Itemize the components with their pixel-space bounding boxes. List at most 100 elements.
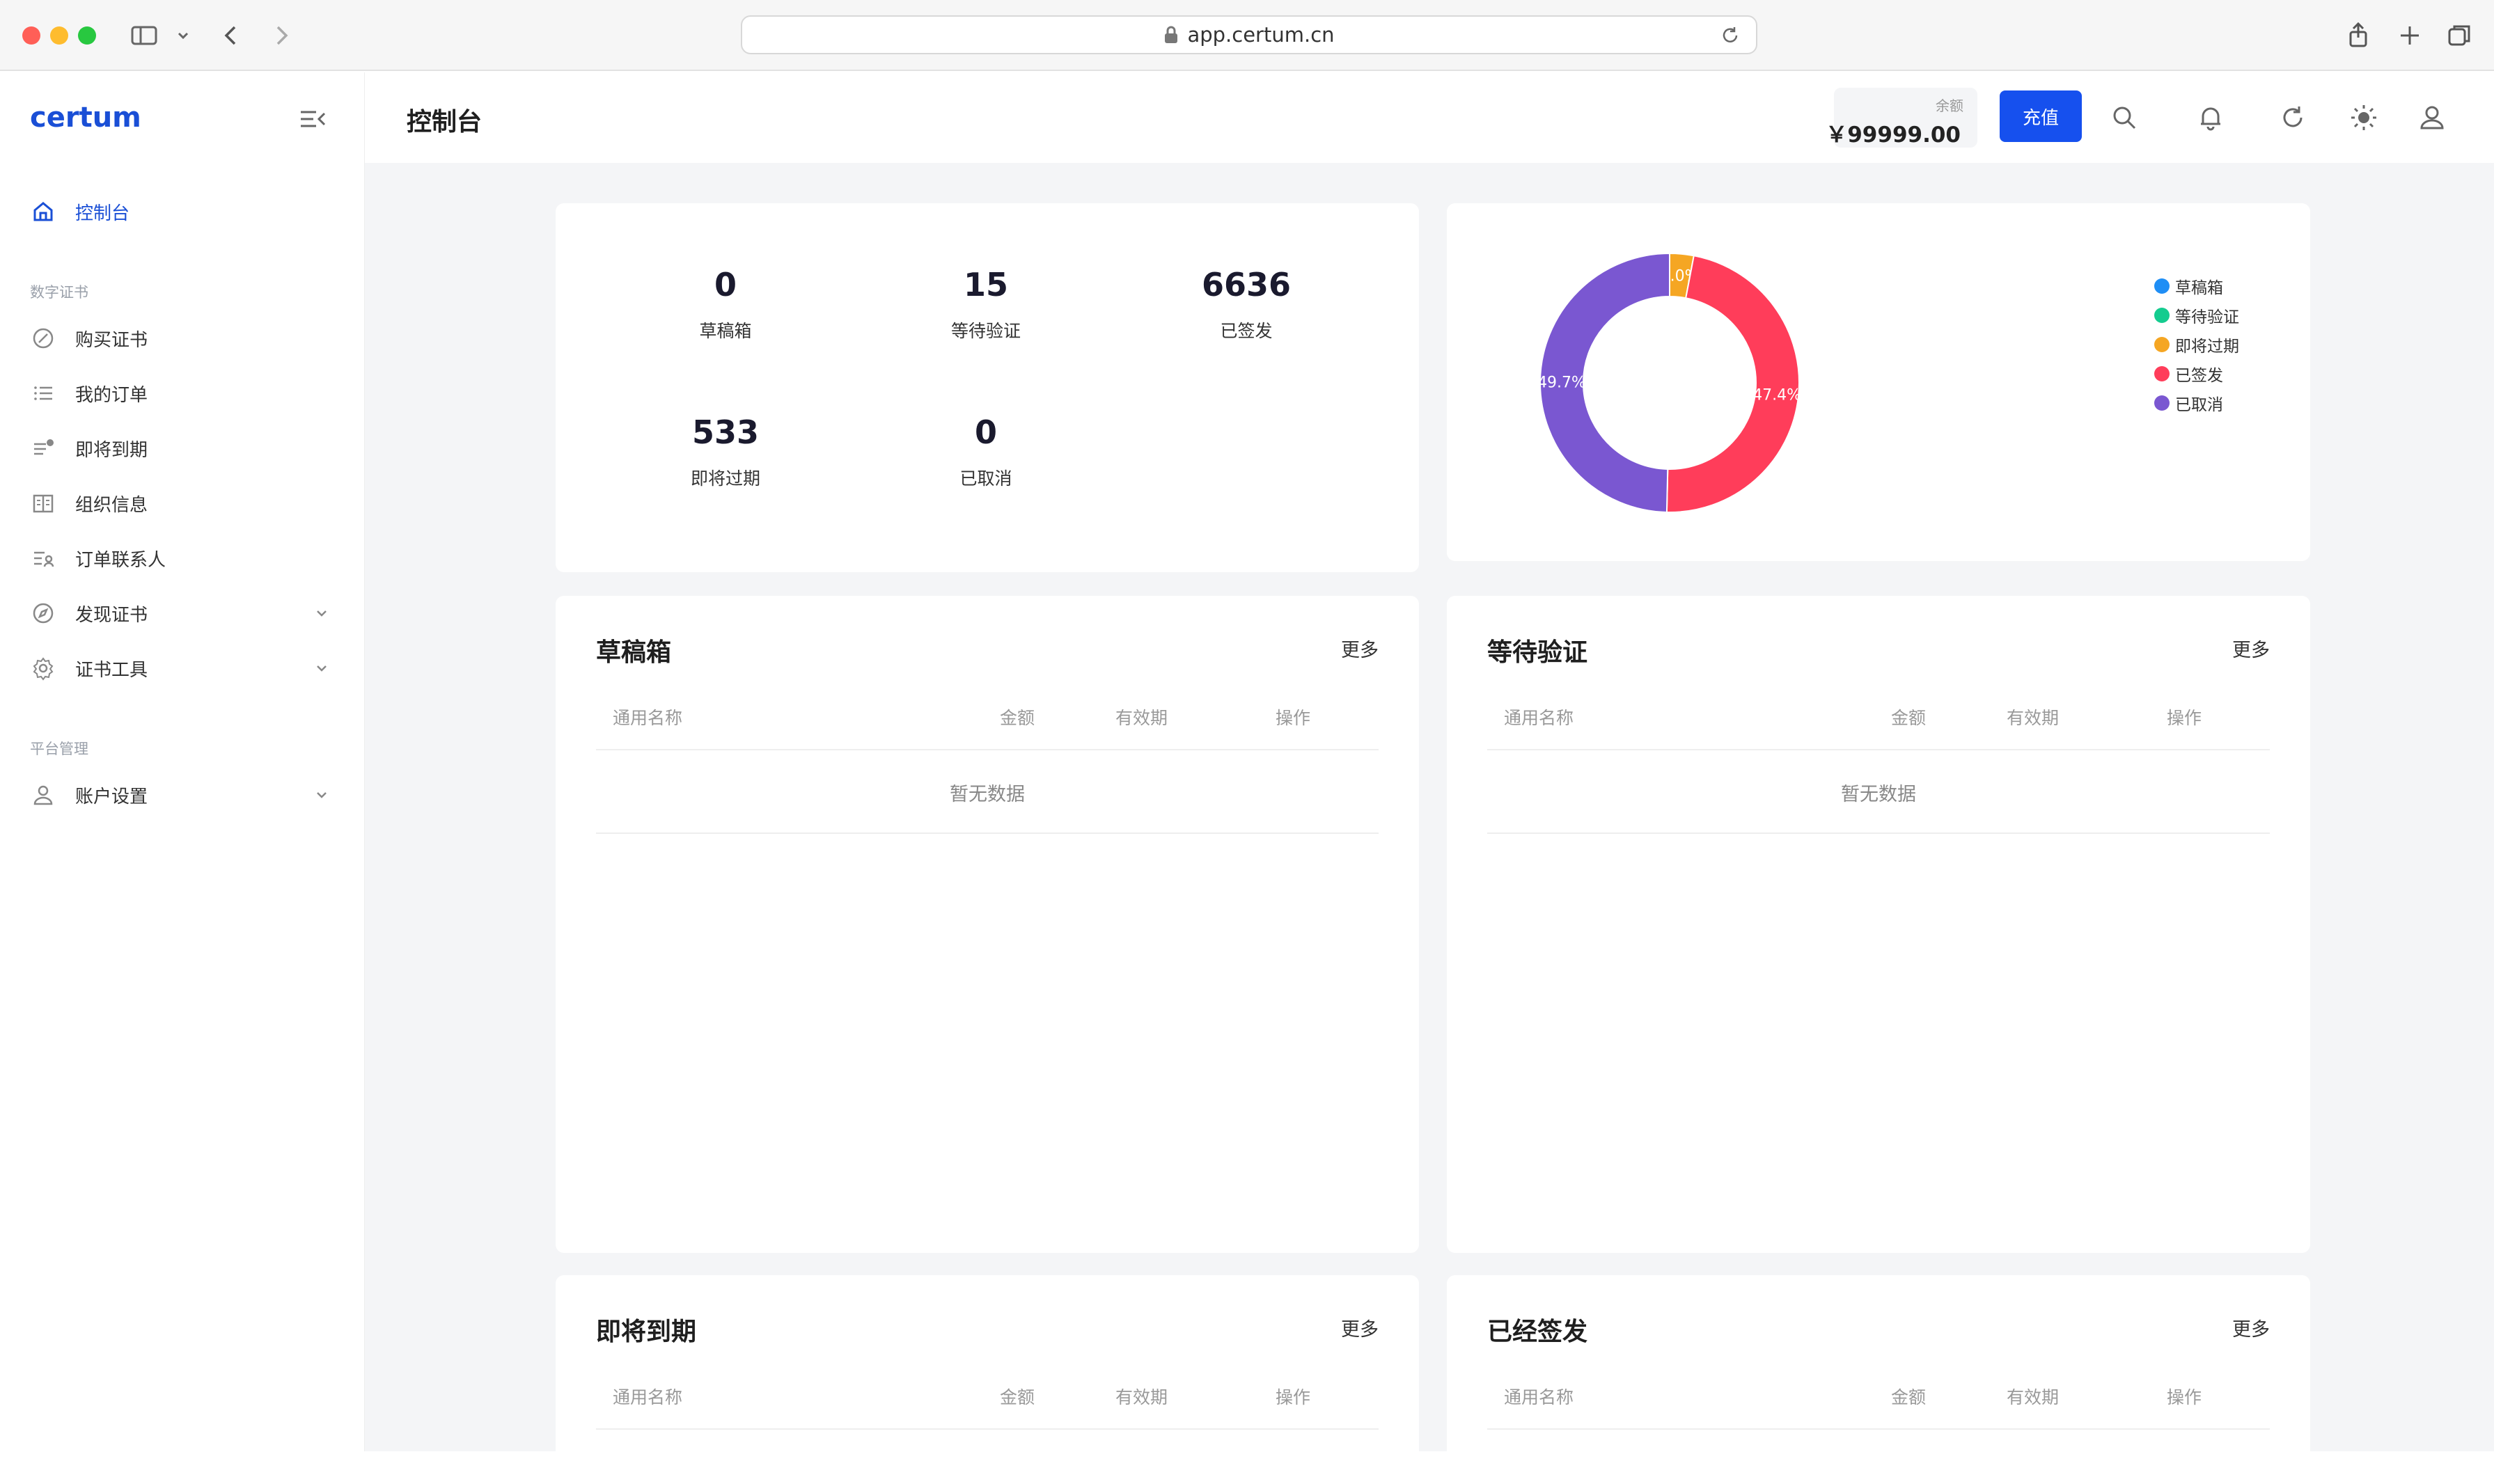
sidebar-item-account-settings[interactable]: 账户设置 <box>0 774 365 816</box>
sun-icon[interactable] <box>2348 102 2380 134</box>
minimize-window-button[interactable] <box>50 26 68 45</box>
column-header: 金额 <box>1000 708 1035 728</box>
legend-item[interactable]: 已签发 <box>2154 362 2223 386</box>
chevron-down-icon[interactable] <box>312 603 331 623</box>
sidebar-toggle-icon[interactable] <box>128 19 160 52</box>
table-title: 草稿箱 <box>596 638 672 667</box>
top-header: 控制台 余额 ￥99999.00 充值 <box>365 72 2494 163</box>
donut-chart: 3.0%47.4%49.7% <box>1537 252 1801 513</box>
sidebar-item-label: 控制台 <box>75 203 130 224</box>
section-title-platform: 平台管理 <box>30 741 88 757</box>
sidebar-item-cert-tools[interactable]: 证书工具 <box>0 647 365 689</box>
reload-icon[interactable] <box>1720 25 1741 46</box>
browser-toolbar: app.certum.cn <box>0 0 2494 71</box>
sidebar-item-label: 购买证书 <box>75 329 148 351</box>
column-header: 操作 <box>1276 708 1311 728</box>
forward-arrow-icon[interactable] <box>265 19 297 52</box>
chevron-down-icon[interactable] <box>312 785 331 805</box>
user-icon[interactable] <box>2416 102 2448 134</box>
table-header: 通用名称 金额 有效期 操作 <box>1487 695 2270 750</box>
stat-value: 533 <box>691 413 760 451</box>
pending-table-card: 等待验证 更多 通用名称 金额 有效期 操作 暂无数据 <box>1447 596 2310 1253</box>
collapse-menu-icon[interactable] <box>298 106 327 132</box>
brand-logo[interactable]: certum <box>30 102 141 134</box>
compass-icon <box>31 326 56 351</box>
column-header: 通用名称 <box>1504 708 1574 728</box>
column-header: 有效期 <box>1115 1387 1168 1407</box>
legend-dot <box>2154 278 2170 294</box>
sidebar-item-expiring[interactable]: 即将到期 <box>0 427 365 469</box>
stat-cancelled[interactable]: 0 已取消 <box>881 413 1090 490</box>
column-header: 通用名称 <box>1504 1387 1574 1407</box>
search-icon[interactable] <box>2108 102 2140 134</box>
stat-expiring[interactable]: 533 即将过期 <box>621 413 830 490</box>
stat-value: 6636 <box>1201 266 1292 303</box>
expiring-table-card: 即将到期 更多 通用名称 金额 有效期 操作 <box>556 1275 1419 1484</box>
column-header: 操作 <box>2167 1387 2202 1407</box>
sidebar-item-label: 组织信息 <box>75 494 148 516</box>
url-text: app.certum.cn <box>1187 23 1335 47</box>
more-link[interactable]: 更多 <box>2232 635 2270 662</box>
drafts-table-card: 草稿箱 更多 通用名称 金额 有效期 操作 暂无数据 <box>556 596 1419 1253</box>
balance-label: 余额 <box>1936 97 1963 114</box>
sidebar-item-dashboard[interactable]: 控制台 <box>0 191 365 232</box>
sidebar-item-my-orders[interactable]: 我的订单 <box>0 372 365 414</box>
column-header: 操作 <box>2167 708 2202 728</box>
refresh-icon[interactable] <box>2277 102 2309 134</box>
maximize-window-button[interactable] <box>78 26 96 45</box>
legend-dot <box>2154 366 2170 381</box>
sidebar-item-order-contacts[interactable]: 订单联系人 <box>0 537 365 579</box>
stat-draft[interactable]: 0 草稿箱 <box>621 266 830 342</box>
sidebar-item-organization[interactable]: 组织信息 <box>0 482 365 524</box>
alert-list-icon <box>31 436 56 461</box>
close-window-button[interactable] <box>22 26 40 45</box>
recharge-button[interactable]: 充值 <box>2000 90 2082 142</box>
legend-item[interactable]: 已取消 <box>2154 391 2223 415</box>
chevron-down-icon[interactable] <box>167 19 189 52</box>
legend-item[interactable]: 等待验证 <box>2154 303 2239 327</box>
legend-label: 草稿箱 <box>2175 279 2223 297</box>
column-header: 通用名称 <box>613 1387 683 1407</box>
sidebar-item-label: 发现证书 <box>75 604 148 626</box>
sidebar-item-discover-cert[interactable]: 发现证书 <box>0 592 365 634</box>
chevron-down-icon[interactable] <box>312 658 331 678</box>
table-title: 等待验证 <box>1487 638 1588 667</box>
legend-dot <box>2154 308 2170 323</box>
pie-slice-4[interactable] <box>1665 255 1800 513</box>
gear-icon <box>31 656 56 681</box>
sidebar-item-label: 证书工具 <box>75 659 148 681</box>
sidebar-item-buy-cert[interactable]: 购买证书 <box>0 317 365 359</box>
stat-value: 15 <box>963 266 1008 303</box>
legend-label: 即将过期 <box>2175 338 2239 356</box>
lock-icon <box>1165 26 1178 43</box>
column-header: 操作 <box>1276 1387 1311 1407</box>
column-header: 金额 <box>1000 1387 1035 1407</box>
table-title: 已经签发 <box>1487 1318 1588 1346</box>
contacts-list-icon <box>31 546 56 571</box>
new-tab-icon[interactable] <box>2394 19 2426 52</box>
back-arrow-icon[interactable] <box>216 19 248 52</box>
stat-label: 等待验证 <box>950 321 1021 341</box>
home-icon <box>31 199 56 224</box>
more-link[interactable]: 更多 <box>1341 1314 1379 1341</box>
stat-value: 0 <box>974 413 997 451</box>
sidebar-item-label: 账户设置 <box>75 786 148 807</box>
legend-item[interactable]: 即将过期 <box>2154 333 2239 356</box>
more-link[interactable]: 更多 <box>1341 635 1379 662</box>
stats-card: 0 草稿箱 15 等待验证 6636 已签发 533 即将过期 0 已取消 <box>556 203 1419 572</box>
stat-label: 已签发 <box>1220 321 1273 341</box>
stat-issued[interactable]: 6636 已签发 <box>1142 266 1351 342</box>
tab-overview-icon[interactable] <box>2444 19 2476 52</box>
share-icon[interactable] <box>2342 19 2374 52</box>
address-bar[interactable]: app.certum.cn <box>741 15 1757 54</box>
table-header: 通用名称 金额 有效期 操作 <box>1487 1374 2270 1430</box>
legend-dot <box>2154 395 2170 411</box>
bell-icon[interactable] <box>2195 102 2227 134</box>
more-link[interactable]: 更多 <box>2232 1314 2270 1341</box>
stat-pending[interactable]: 15 等待验证 <box>881 266 1090 342</box>
sidebar-item-label: 我的订单 <box>75 384 148 406</box>
pie-slice-label: 47.4% <box>1752 386 1801 404</box>
legend-item[interactable]: 草稿箱 <box>2154 274 2223 298</box>
legend-label: 已签发 <box>2175 367 2223 385</box>
legend-label: 已取消 <box>2175 396 2223 414</box>
